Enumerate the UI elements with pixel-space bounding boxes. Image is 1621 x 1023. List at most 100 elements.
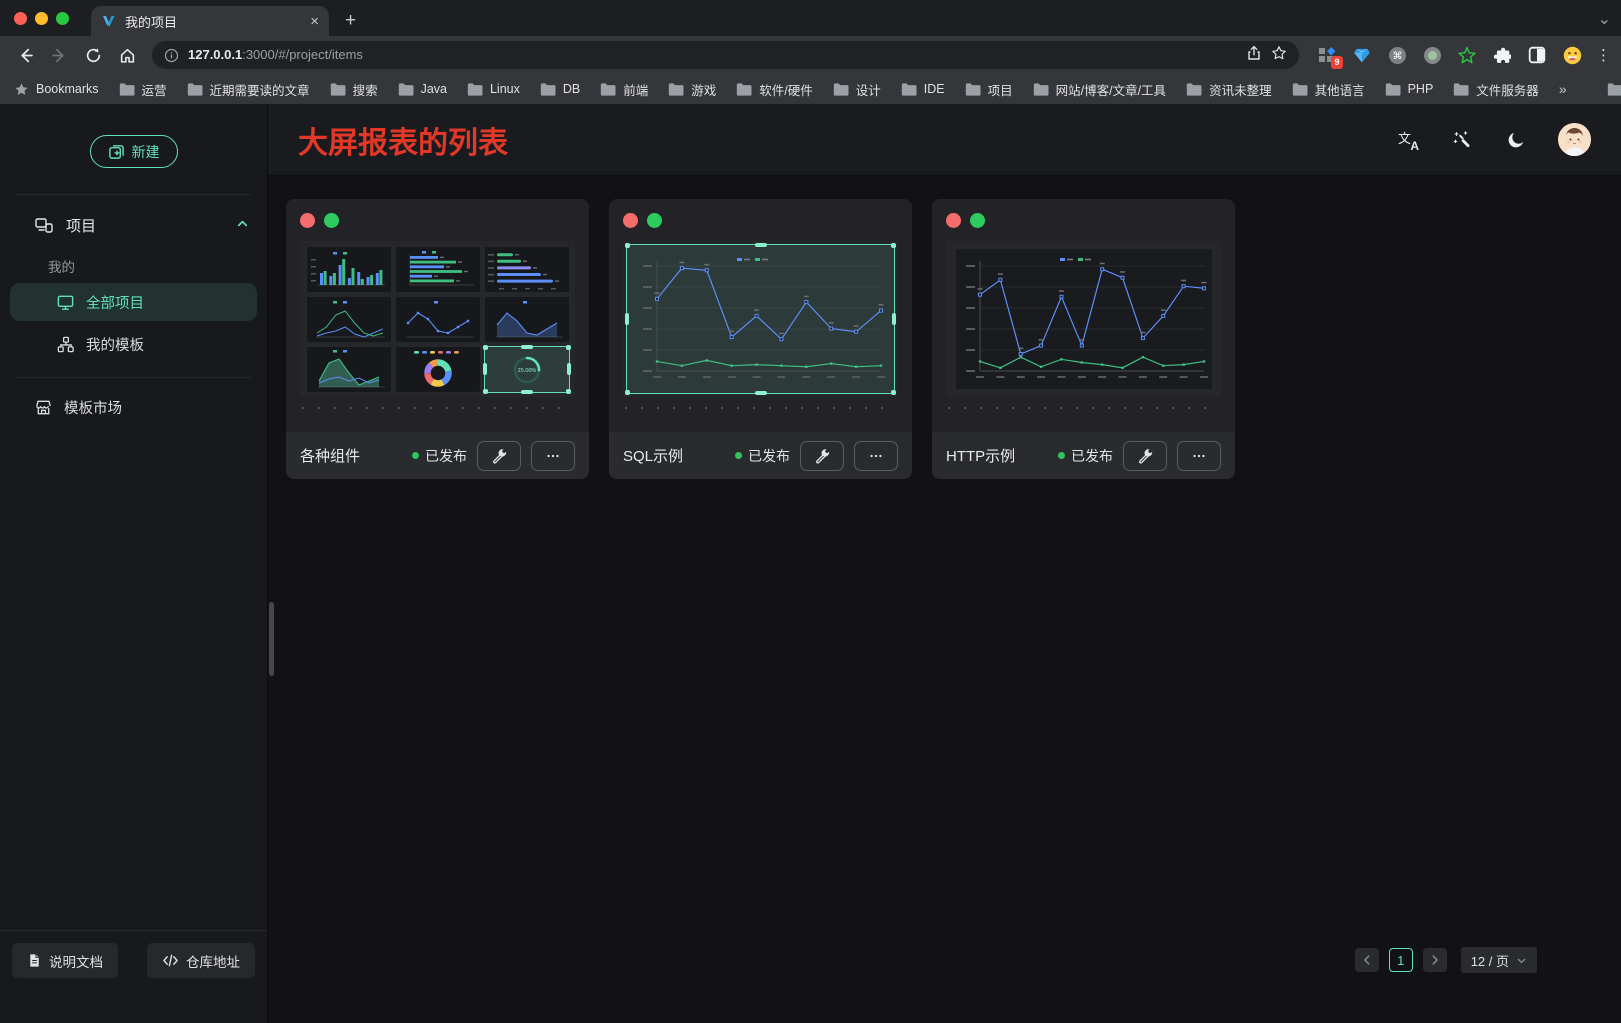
selection-handle[interactable]	[891, 243, 896, 248]
selection-handle[interactable]	[755, 243, 767, 247]
selection-handle[interactable]	[625, 243, 630, 248]
selection-handle[interactable]	[483, 345, 488, 350]
bookmark-folder[interactable]: 项目	[965, 80, 1013, 99]
bookmarks-root[interactable]: Bookmarks	[14, 82, 99, 97]
docs-button[interactable]: 说明文档	[12, 943, 118, 978]
new-project-button[interactable]: 新建	[90, 135, 178, 168]
bookmark-folder[interactable]: Linux	[467, 82, 520, 96]
bookmark-folder[interactable]: 近期需要读的文章	[187, 80, 310, 99]
selection-handle[interactable]	[566, 389, 571, 394]
bookmark-folder[interactable]: 设计	[833, 80, 881, 99]
page-header: 大屏报表的列表 文A	[268, 104, 1621, 176]
selection-handle[interactable]	[521, 345, 533, 349]
page-size-select[interactable]: 12 / 页	[1461, 947, 1537, 973]
zoom-window-button[interactable]	[56, 12, 69, 25]
dark-mode-moon-icon[interactable]	[1504, 128, 1528, 152]
sidebar-item-template-market[interactable]: 模板市场	[10, 388, 257, 426]
more-actions-button[interactable]	[531, 441, 575, 471]
project-card[interactable]: SQL示例 已发布	[609, 199, 912, 479]
back-button[interactable]	[10, 40, 40, 70]
bookmark-folder[interactable]: 文件服务器	[1453, 80, 1539, 99]
selection-handle[interactable]	[483, 389, 488, 394]
bookmarks-overflow-icon[interactable]: »	[1559, 81, 1567, 97]
sidebar-footer: 说明文档 仓库地址	[0, 930, 267, 1023]
folder-icon	[330, 83, 346, 96]
bookmark-folder[interactable]: 网站/博客/文章/工具	[1033, 80, 1166, 99]
selection-handle[interactable]	[892, 313, 896, 325]
language-icon[interactable]: 文A	[1396, 128, 1420, 152]
user-avatar[interactable]	[1558, 123, 1591, 156]
emoji-extension-icon[interactable]	[1562, 45, 1582, 65]
other-bookmarks[interactable]: 其他书签	[1607, 80, 1621, 99]
selection-handle[interactable]	[891, 390, 896, 395]
scrollbar-thumb[interactable]	[269, 602, 274, 676]
selection-handle[interactable]	[567, 363, 571, 375]
selection-handle[interactable]	[625, 390, 630, 395]
tab-close-icon[interactable]: ×	[310, 14, 319, 29]
tab-strip: 我的项目 × + ⌄	[0, 0, 1621, 36]
current-page-button[interactable]: 1	[1389, 948, 1413, 972]
site-info-icon[interactable]	[164, 48, 179, 63]
bookmark-folder[interactable]: 运营	[119, 80, 167, 99]
bookmark-folder[interactable]: 游戏	[668, 80, 716, 99]
more-actions-button[interactable]	[1177, 441, 1221, 471]
magic-wand-icon[interactable]	[1450, 128, 1474, 152]
repo-button[interactable]: 仓库地址	[147, 943, 255, 978]
new-tab-button[interactable]: +	[345, 10, 356, 32]
bookmark-folder[interactable]: DB	[540, 82, 580, 96]
card-window-dots	[300, 213, 575, 228]
bookmark-folder[interactable]: 前端	[600, 80, 648, 99]
star-extension-icon[interactable]	[1457, 45, 1477, 65]
more-actions-button[interactable]	[854, 441, 898, 471]
selection-handle[interactable]	[566, 345, 571, 350]
next-page-button[interactable]	[1423, 948, 1447, 972]
home-button[interactable]	[112, 40, 142, 70]
tab-search-icon[interactable]: ⌄	[1598, 9, 1611, 29]
more-dots-icon	[1191, 448, 1207, 464]
selection-handle[interactable]	[521, 390, 533, 394]
goview-favicon	[101, 13, 117, 29]
sidebar-group-projects[interactable]: 项目	[34, 205, 249, 245]
bookmark-star-icon[interactable]	[1271, 45, 1287, 66]
hammer-icon	[491, 447, 508, 464]
selection-handle[interactable]	[755, 391, 767, 395]
selection-handle[interactable]	[483, 363, 487, 375]
browser-tab[interactable]: 我的项目 ×	[91, 6, 329, 36]
bookmark-folder[interactable]: PHP	[1385, 82, 1434, 96]
mini-chart-area-green	[307, 347, 391, 392]
dark-mode-extension-icon[interactable]	[1527, 45, 1547, 65]
sidebar-subtitle: 我的	[48, 253, 267, 279]
prev-page-button[interactable]	[1355, 948, 1379, 972]
minimize-window-button[interactable]	[35, 12, 48, 25]
bookmark-folder[interactable]: Java	[398, 82, 447, 96]
tab-title: 我的项目	[125, 12, 302, 31]
address-bar[interactable]: 127.0.0.1:3000/#/project/items	[152, 41, 1299, 69]
selection-handle[interactable]	[625, 313, 629, 325]
command-extension-icon[interactable]: ⌘	[1387, 45, 1407, 65]
browser-menu-icon[interactable]: ⋮	[1596, 46, 1611, 64]
close-window-button[interactable]	[14, 12, 27, 25]
project-card[interactable]: HTTP示例 已发布	[932, 199, 1235, 479]
chevron-up-icon[interactable]	[236, 217, 249, 234]
edit-project-button[interactable]	[1123, 441, 1167, 471]
sidebar-item-label: 模板市场	[64, 397, 122, 418]
bookmark-folder[interactable]: 其他语言	[1292, 80, 1365, 99]
share-icon[interactable]	[1246, 45, 1262, 66]
edit-project-button[interactable]	[477, 441, 521, 471]
bookmark-folder[interactable]: 资讯未整理	[1186, 80, 1272, 99]
folder-icon	[736, 83, 752, 96]
recorder-extension-icon[interactable]	[1422, 45, 1442, 65]
gem-extension-icon[interactable]	[1352, 45, 1372, 65]
reload-button[interactable]	[78, 40, 108, 70]
forward-button[interactable]	[44, 40, 74, 70]
bookmark-folder[interactable]: IDE	[901, 82, 945, 96]
sidebar-item-all-projects[interactable]: 全部项目	[10, 283, 257, 321]
bookmark-folder[interactable]: 软件/硬件	[736, 80, 812, 99]
edit-project-button[interactable]	[800, 441, 844, 471]
sidebar-item-my-templates[interactable]: 我的模板	[10, 325, 257, 363]
bookmark-folder[interactable]: 搜索	[330, 80, 378, 99]
extensions-puzzle-icon[interactable]	[1492, 45, 1512, 65]
wallet-extension-icon[interactable]: 9	[1317, 45, 1337, 65]
project-card[interactable]: 25.00% 各种组件 已发布	[286, 199, 589, 479]
mini-chart-bar-h	[396, 247, 480, 292]
